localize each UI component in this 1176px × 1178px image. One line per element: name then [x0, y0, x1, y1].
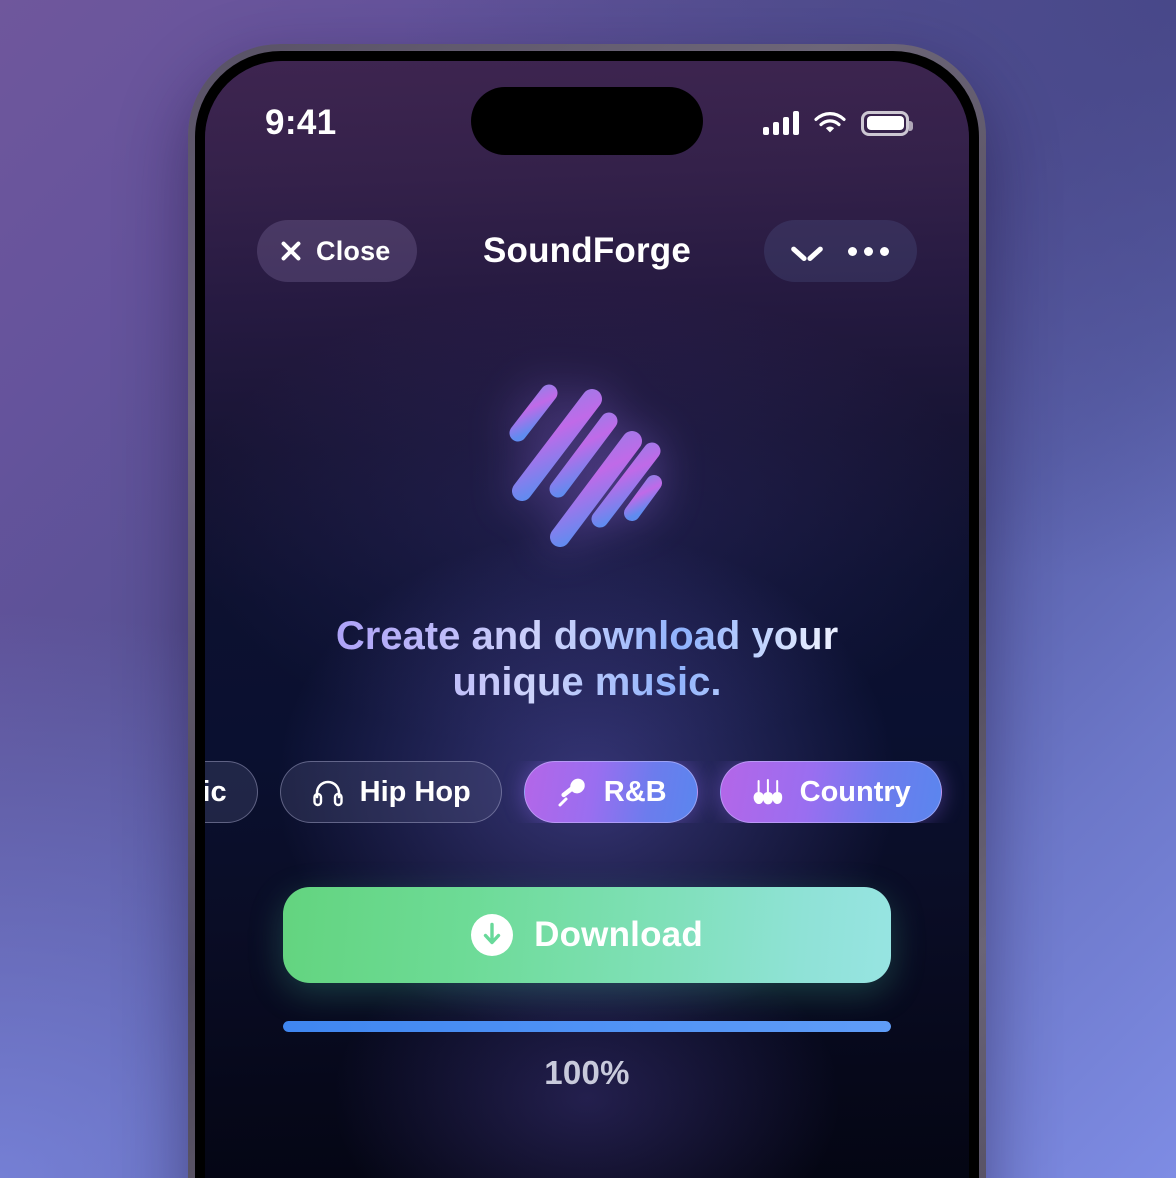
download-button[interactable]: Download [283, 887, 891, 983]
genre-chip-electronic[interactable]: onic [205, 761, 258, 823]
logo-area [205, 361, 969, 561]
close-button[interactable]: Close [257, 220, 417, 282]
progress-section: 100% [283, 1021, 891, 1092]
more-horizontal-icon [848, 246, 889, 256]
phone-device-frame: 9:41 Close SoundForge Create and downloa… [188, 44, 986, 1178]
download-circle-icon [471, 914, 514, 956]
status-indicators [763, 110, 913, 136]
microphone-icon [558, 778, 585, 807]
guitars-icon [753, 779, 782, 805]
genre-chip-label: Hip Hop [359, 775, 471, 808]
genre-chip-rnb[interactable]: R&B [523, 761, 698, 823]
dynamic-island [471, 87, 703, 155]
status-time: 9:41 [265, 103, 337, 142]
chevron-down-icon [792, 243, 822, 259]
tagline: Create and download your unique music. [205, 613, 969, 706]
progress-percent-label: 100% [544, 1054, 630, 1091]
genre-chip-label: Country [799, 775, 911, 808]
headphones-icon [312, 780, 343, 807]
genre-chip-hip-hop[interactable]: Hip Hop [279, 761, 502, 823]
battery-full-icon [861, 110, 913, 136]
progress-bar-track[interactable] [283, 1021, 891, 1032]
phone-screen: 9:41 Close SoundForge Create and downloa… [205, 61, 969, 1178]
genre-chip-country[interactable]: Country [719, 761, 942, 823]
soundforge-logo [509, 384, 662, 547]
app-header: Close SoundForge [205, 215, 969, 287]
wifi-icon [814, 111, 846, 133]
more-options-button[interactable] [840, 220, 897, 282]
phone-bezel: 9:41 Close SoundForge Create and downloa… [195, 51, 979, 1178]
genre-chip-row[interactable]: onic Hip Hop [205, 761, 969, 823]
progress-bar-fill [283, 1021, 891, 1032]
close-x-icon [279, 239, 303, 263]
genre-chip-label: R&B [603, 775, 667, 808]
genre-chip-label: onic [205, 775, 227, 808]
cellular-bars-icon [763, 111, 799, 135]
close-button-label: Close [316, 235, 391, 266]
header-actions-group [764, 220, 917, 282]
download-button-label: Download [534, 915, 703, 954]
collapse-button[interactable] [784, 220, 830, 282]
